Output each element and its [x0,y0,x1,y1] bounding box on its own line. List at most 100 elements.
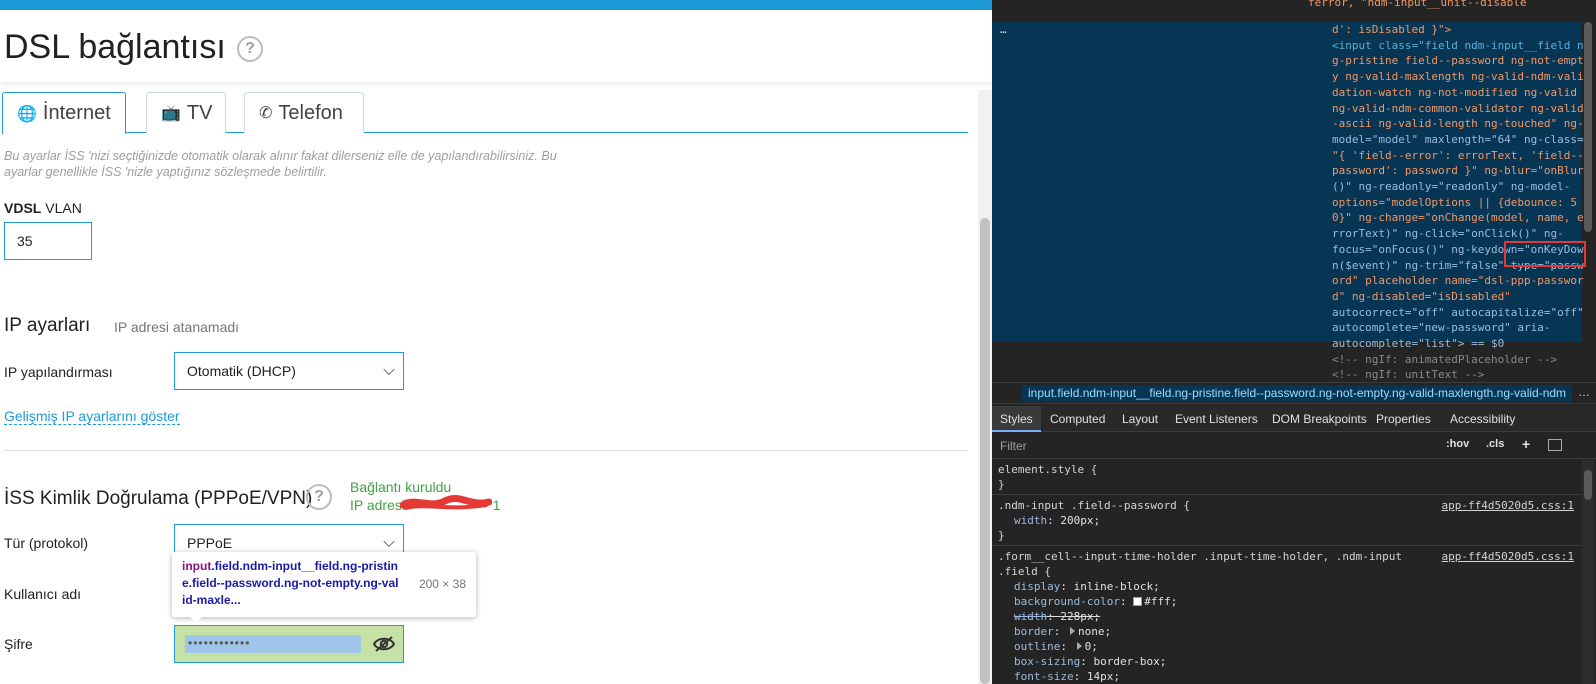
password-input-highlight[interactable]: •••••••••••• [174,625,404,663]
advanced-ip-link[interactable]: Gelişmiş IP ayarlarını göster [4,408,180,425]
css-rule[interactable]: .ndm-input .field--password {app-ff4d502… [992,496,1582,546]
dom-line[interactable]: <!-- ngIf: unitText --> [1332,367,1484,383]
tab-computed[interactable]: Computed [1042,406,1113,432]
css-declaration[interactable]: border: none; [998,624,1576,639]
dom-line[interactable]: "{ 'field--error': errorText, 'field-- [1332,148,1584,164]
css-rule[interactable]: element.style {} [992,460,1582,495]
dom-line[interactable]: -ascii ng-valid-length ng-touched" ng- [1332,116,1584,132]
dom-line[interactable]: 0}" ng-change="onChange(model, name, e [1332,210,1584,226]
tab-internet[interactable]: 🌐 İnternet [2,92,126,134]
tab-event-listeners[interactable]: Event Listeners [1167,406,1266,432]
dom-line[interactable]: d': isDisabled }"> [1332,22,1451,38]
tab-telefon[interactable]: ✆ Telefon [244,92,364,133]
css-declaration[interactable]: width: 228px; [998,609,1576,624]
page-title: DSL bağlantısı [4,28,226,66]
vlan-label: VDSL VLAN [4,200,82,216]
ip-address-prefix: IP adresi [350,497,405,513]
hov-toggle[interactable]: :hov [1446,438,1469,450]
dom-line[interactable]: <!-- ngIf: animatedPlaceholder --> [1332,352,1557,368]
css-prop-value[interactable]: border-box; [1093,655,1166,668]
css-prop-value[interactable]: 14px; [1087,670,1120,683]
new-rule-button[interactable]: + [1522,436,1530,452]
dom-line[interactable]: ng-valid-ndm-common-validator ng-valid [1332,101,1584,117]
styles-scrollbar-thumb[interactable] [1584,470,1592,500]
css-prop-value[interactable]: inline-block; [1074,580,1160,593]
css-prop-name[interactable]: outline [1014,640,1060,653]
tab-styles[interactable]: Styles [992,406,1041,432]
css-rule[interactable]: .form__cell--input-time-holder .input-ti… [992,547,1582,684]
css-prop-name[interactable]: width [1014,514,1047,527]
css-declaration[interactable]: outline: 0; [998,639,1576,654]
node-ellipsis[interactable]: … [1000,22,1007,38]
tab-dom-breakpoints[interactable]: DOM Breakpoints [1264,406,1375,432]
dom-line[interactable]: password': password }" ng-blur="onBlur [1332,163,1584,179]
ip-config-select[interactable]: Otomatik (DHCP) [174,352,404,390]
css-colon: : [1060,640,1074,653]
css-prop-value[interactable]: 200px; [1060,514,1100,527]
redaction-scribble [400,494,492,510]
dom-line[interactable]: dation-watch ng-not-modified ng-valid [1332,85,1577,101]
dom-line[interactable]: autocomplete="new-password" aria- [1332,320,1551,336]
css-prop-name[interactable]: width [1014,610,1047,623]
protocol-value: PPPoE [187,535,233,551]
rule-source-link[interactable]: app-ff4d5020d5.css:1 [1442,498,1574,513]
dom-line[interactable]: ord" placeholder name="dsl-ppp-passwor [1332,273,1584,289]
dom-line[interactable]: g-pristine field--password ng-not-empt [1332,53,1584,69]
vlan-input[interactable]: 35 [4,222,92,260]
rule-source-link[interactable]: app-ff4d5020d5.css:1 [1442,549,1574,564]
css-prop-name[interactable]: box-sizing [1014,655,1080,668]
cls-toggle[interactable]: .cls [1486,438,1504,450]
css-declaration[interactable]: font-size: 14px; [998,669,1576,684]
css-declaration[interactable]: display: inline-block; [998,579,1576,594]
breadcrumb-more[interactable]: … [1578,385,1590,399]
dom-line[interactable]: autocomplete="list"> == $0 [1332,336,1504,352]
dom-line[interactable]: d" ng-disabled="isDisabled" [1332,289,1511,305]
css-prop-value[interactable]: none; [1078,625,1111,638]
css-prop-name[interactable]: background-color [1014,595,1120,608]
ip-address-suffix: 1 [492,497,501,513]
elements-tree[interactable]: ferror, "ndm-input__unit--disable … d': … [992,0,1596,383]
toggle-sidebar-icon[interactable] [1548,439,1562,451]
password-field[interactable]: •••••••••••• [185,635,361,653]
tab-accessibility[interactable]: Accessibility [1442,406,1523,432]
tab-layout[interactable]: Layout [1114,406,1166,432]
css-prop-value[interactable]: 0; [1085,640,1098,653]
elements-scrollbar[interactable] [1584,22,1592,232]
vlan-label-rest: VLAN [45,200,82,216]
css-prop-name[interactable]: font-size [1014,670,1074,683]
tab-tv[interactable]: 📺 TV [146,92,226,133]
rule-selector[interactable]: element.style { [998,462,1576,477]
css-declaration[interactable]: width: 200px; [998,513,1576,528]
css-prop-name[interactable]: display [1014,580,1060,593]
rule-close-brace: } [998,529,1005,542]
dom-line[interactable]: options="modelOptions || {debounce: 5 [1332,195,1577,211]
section-divider [4,450,968,451]
css-declaration[interactable]: background-color: #fff; [998,594,1576,609]
ip-status-text: IP adresi atanamadı [114,319,240,335]
dom-line[interactable]: y ng-valid-maxlength ng-valid-ndm-vali [1332,69,1584,85]
ip-config-label: IP yapılandırması [4,364,113,380]
dom-line[interactable]: model="model" maxlength="64" ng-class= [1332,132,1584,148]
css-prop-value[interactable]: #fff; [1144,595,1177,608]
css-prop-value[interactable]: 228px; [1060,610,1100,623]
color-swatch-icon[interactable] [1133,597,1143,606]
page-scrollbar-thumb[interactable] [980,218,990,684]
dom-line[interactable]: autocorrect="off" autocapitalize="off" [1332,305,1584,321]
breadcrumb-item[interactable]: input.field.ndm-input__field.ng-pristine… [1022,385,1573,402]
dom-line[interactable]: ()" ng-readonly="readonly" ng-model- [1332,179,1570,195]
auth-help-icon[interactable]: ? [306,484,332,510]
tab-internet-label: İnternet [42,102,111,124]
css-prop-name[interactable]: border [1014,625,1054,638]
tab-properties[interactable]: Properties [1368,406,1439,432]
help-icon[interactable]: ? [237,36,263,62]
dom-line[interactable]: rrorText)" ng-click="onClick()" ng- [1332,226,1564,242]
phone-icon: ✆ [259,105,273,122]
rule-selector-cont[interactable]: .field { [998,564,1576,579]
expand-triangle-icon[interactable] [1070,627,1075,635]
expand-triangle-icon[interactable] [1076,642,1082,650]
eye-slash-icon[interactable] [373,635,395,653]
styles-filter-input[interactable]: Filter [1000,439,1027,453]
css-declaration[interactable]: box-sizing: border-box; [998,654,1576,669]
globe-icon: 🌐 [17,105,37,123]
dom-line[interactable]: <input class="field ndm-input__field n [1332,38,1584,54]
